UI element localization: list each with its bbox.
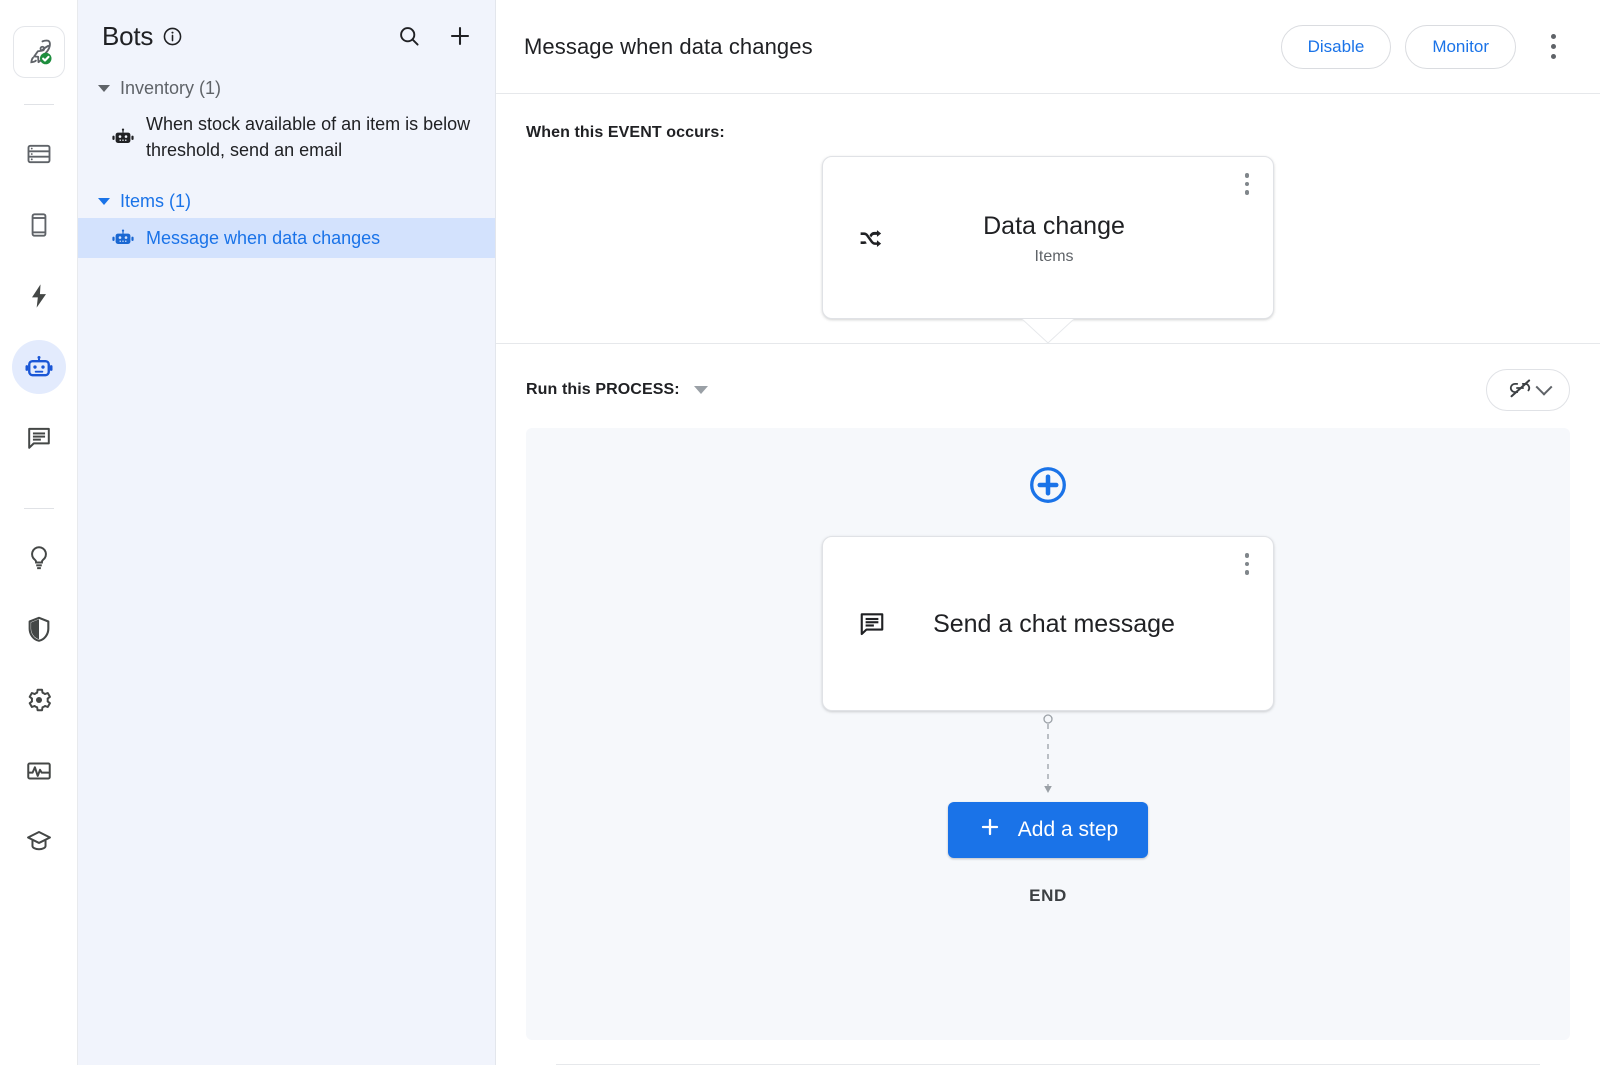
learning-graduation-icon (25, 828, 53, 856)
sidebar-item-bots[interactable] (12, 340, 66, 394)
link-off-icon (1507, 375, 1533, 406)
monitor-button[interactable]: Monitor (1405, 25, 1516, 69)
robot-icon (110, 125, 136, 149)
section-connector-notch (1022, 319, 1074, 344)
plus-icon[interactable] (447, 23, 473, 49)
add-step-button-label: Add a step (1018, 818, 1118, 842)
list-item-bot-inventory[interactable]: When stock available of an item is below… (78, 105, 495, 169)
page-title: Bots (102, 21, 153, 52)
bot-group-label: Inventory (1) (120, 78, 221, 99)
bots-panel-header: Bots (78, 0, 495, 72)
event-card-body: Data change Items (823, 210, 1273, 266)
bots-panel-actions (397, 23, 473, 49)
bot-group-header-items[interactable]: Items (1) (78, 185, 495, 218)
bot-group-header-inventory[interactable]: Inventory (1) (78, 72, 495, 105)
rocket-launch-status-icon[interactable] (13, 26, 65, 78)
step-connector-arrow (1041, 714, 1055, 798)
list-item-label: When stock available of an item is below… (146, 111, 477, 163)
ideas-lightbulb-icon (25, 544, 53, 572)
bot-title: Message when data changes (524, 34, 813, 60)
event-card-title: Data change (895, 210, 1213, 242)
sidebar-item-data-tables[interactable] (12, 127, 66, 181)
add-circle-icon[interactable] (1027, 464, 1069, 506)
process-section: Run this PROCESS: (496, 344, 1600, 1065)
bots-panel: Bots (78, 0, 496, 1065)
process-step-title: Send a chat message (895, 606, 1213, 642)
event-section-label: When this EVENT occurs: (526, 124, 1570, 142)
actions-bolt-icon (25, 282, 53, 310)
process-step-body: Send a chat message (823, 606, 1273, 642)
app-root: Bots (0, 0, 1600, 1065)
chevron-down-icon (98, 198, 110, 205)
process-end-label: END (1029, 886, 1067, 906)
sidebar-item-security[interactable] (12, 602, 66, 656)
robot-icon (110, 226, 136, 250)
search-icon[interactable] (397, 24, 421, 48)
event-section: When this EVENT occurs: Data change Item… (496, 94, 1600, 344)
chevron-down-icon (98, 85, 110, 92)
header-actions: Disable Monitor (1281, 25, 1570, 69)
left-nav-rail (0, 0, 78, 1065)
rail-divider-top (24, 104, 54, 105)
more-vert-icon[interactable] (1536, 27, 1570, 67)
rail-divider-bottom (24, 508, 54, 509)
bot-group-label: Items (1) (120, 191, 191, 212)
link-state-button[interactable] (1486, 369, 1570, 411)
process-canvas: Send a chat message (526, 428, 1570, 1040)
plus-icon (978, 815, 1002, 845)
bot-group-spacer (78, 169, 495, 185)
bots-robot-icon (24, 352, 54, 382)
sidebar-item-monitoring[interactable] (12, 744, 66, 798)
event-card-data-change[interactable]: Data change Items (822, 156, 1274, 319)
main-header: Message when data changes Disable Monito… (496, 0, 1600, 94)
shuffle-icon (857, 224, 885, 252)
mobile-app-icon (25, 211, 53, 239)
settings-gear-icon (25, 686, 53, 714)
security-shield-icon (25, 615, 53, 643)
disable-button[interactable]: Disable (1281, 25, 1392, 69)
process-step-card-send-chat-message[interactable]: Send a chat message (822, 536, 1274, 711)
main-content: Message when data changes Disable Monito… (496, 0, 1600, 1065)
data-tables-icon (25, 140, 53, 168)
monitoring-pulse-icon (25, 757, 53, 785)
chevron-down-icon (1535, 379, 1552, 396)
sidebar-item-chat[interactable] (12, 411, 66, 465)
event-card-subtitle: Items (895, 248, 1213, 266)
sidebar-item-settings[interactable] (12, 673, 66, 727)
chat-message-icon (25, 424, 53, 452)
list-item-bot-message-when-data-changes[interactable]: Message when data changes (78, 218, 495, 258)
list-item-label: Message when data changes (146, 225, 380, 251)
chat-message-icon (857, 609, 887, 639)
process-bar: Run this PROCESS: (526, 370, 1570, 410)
sidebar-item-ideas[interactable] (12, 531, 66, 585)
sidebar-item-mobile-app[interactable] (12, 198, 66, 252)
sidebar-item-learning[interactable] (12, 815, 66, 869)
sidebar-item-actions[interactable] (12, 269, 66, 323)
process-section-label: Run this PROCESS: (526, 381, 680, 399)
caret-down-icon[interactable] (694, 386, 708, 394)
info-circle-icon[interactable] (162, 26, 183, 47)
add-step-button[interactable]: Add a step (948, 802, 1148, 858)
more-vert-icon[interactable] (1233, 549, 1261, 579)
more-vert-icon[interactable] (1233, 169, 1261, 199)
